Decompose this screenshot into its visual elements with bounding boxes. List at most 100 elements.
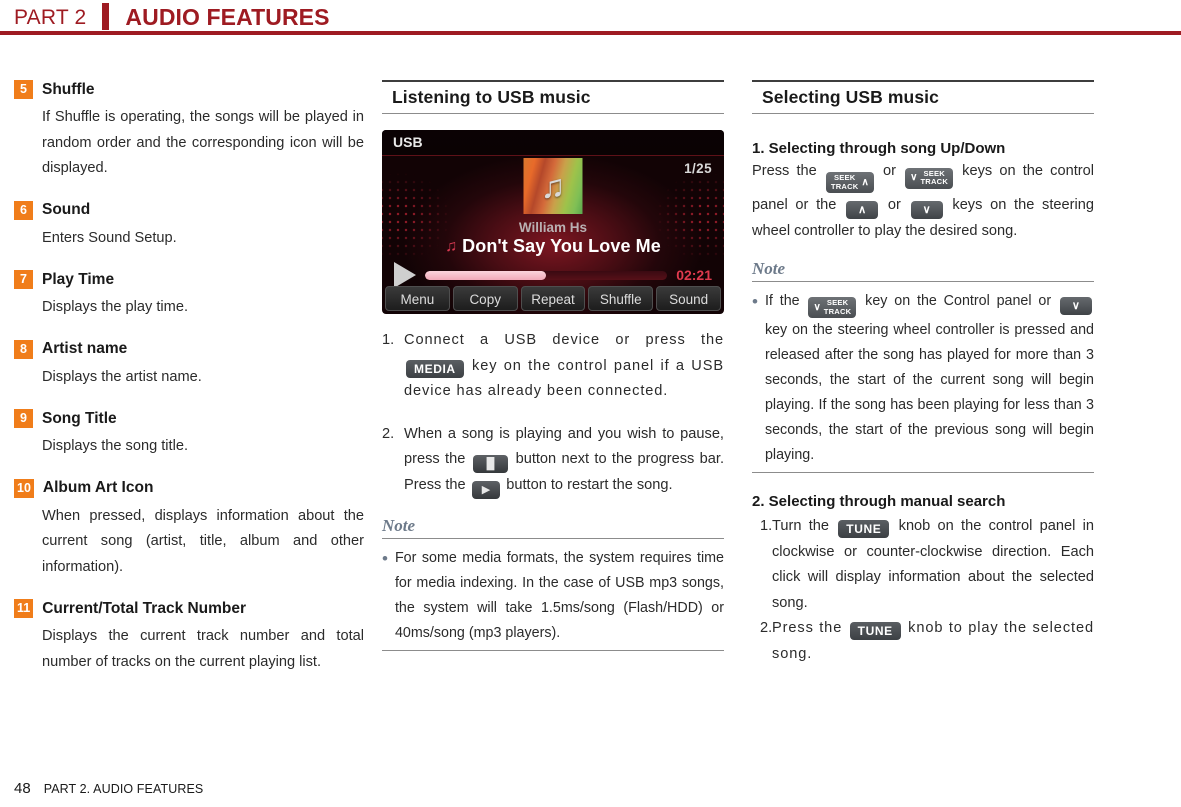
text-segment: key on the steering wheel controller is … — [764, 322, 1094, 463]
media-key-badge[interactable]: MEDIA — [406, 359, 464, 378]
step-turn-tune-knob: 1. Turn the TUNE knob on the control pan… — [752, 514, 1094, 616]
step-text-before: Connect a USB device or press the — [404, 332, 724, 348]
chevron-down-icon: ∨ — [813, 301, 821, 313]
chevron-up-icon: ∧ — [861, 176, 869, 188]
album-art-thumbnail[interactable]: ♫ — [523, 158, 583, 214]
tune-key-badge[interactable]: TUNE — [849, 622, 901, 640]
manual-search-steps: 1. Turn the TUNE knob on the control pan… — [752, 514, 1094, 667]
bullet-icon: • — [752, 291, 758, 311]
footer-page-number: 48 — [14, 780, 31, 797]
step-number: 1. — [382, 332, 395, 348]
note-media-indexing: Note • For some media formats, the syste… — [382, 516, 724, 651]
device-source-label: USB — [393, 134, 423, 150]
middle-column: Listening to USB music USB 1/25 ♫ Willia… — [382, 80, 724, 657]
item-number-badge: 11 — [14, 599, 34, 618]
note-title: Note — [382, 516, 416, 535]
feature-item-artist-name: 8 Artist name Displays the artist name. — [14, 339, 364, 391]
item-title: Current/Total Track Number — [42, 599, 247, 617]
device-button-repeat[interactable]: Repeat — [520, 286, 586, 311]
device-playback-row: 02:21 — [394, 262, 712, 288]
item-title: Shuffle — [42, 80, 95, 98]
device-button-menu[interactable]: Menu — [385, 286, 450, 311]
item-title: Sound — [42, 201, 91, 218]
item-description: Displays the current track number and to… — [42, 628, 364, 670]
note-end-divider — [752, 472, 1094, 473]
item-description: Displays the song title. — [42, 438, 189, 454]
subsection-heading-manual-search: 2. Selecting through manual search — [752, 493, 1006, 510]
item-title: Play Time — [42, 270, 115, 288]
feature-item-play-time: 7 Play Time Displays the play time. — [14, 270, 364, 321]
seek-track-up-key[interactable]: SEEK TRACK ∧ — [825, 172, 874, 193]
seek-track-down-key[interactable]: ∨ SEEK TRACK — [808, 297, 857, 318]
note-end-divider — [382, 650, 724, 651]
item-title: Song Title — [42, 409, 117, 427]
device-button-sound[interactable]: Sound — [656, 286, 721, 311]
listening-steps: 1. Connect a USB device or press the MED… — [382, 328, 724, 499]
section-heading-selecting: Selecting USB music — [752, 80, 1094, 114]
item-title: Album Art Icon — [42, 479, 154, 496]
step-pause-resume: 2. When a song is playing and you wish t… — [382, 422, 724, 499]
section-heading-listening: Listening to USB music — [382, 80, 724, 114]
steering-down-key[interactable]: ∨ — [1059, 296, 1092, 315]
seek-track-down-key[interactable]: ∨ SEEK TRACK — [905, 167, 954, 189]
item-description: Enters Sound Setup. — [42, 229, 177, 246]
device-button-shuffle[interactable]: Shuffle — [588, 286, 654, 311]
right-column: Selecting USB music 1. Selecting through… — [752, 80, 1094, 675]
item-number-badge: 7 — [14, 270, 33, 289]
subsection-heading-up-down: 1. Selecting through song Up/Down — [752, 140, 1006, 157]
device-button-copy[interactable]: Copy — [452, 286, 518, 311]
step-text: When a song is playing and you wish to p… — [404, 422, 724, 499]
step-number: 1. — [760, 518, 773, 534]
item-number-badge: 5 — [14, 80, 33, 99]
item-number-badge: 6 — [14, 200, 33, 220]
feature-item-track-number: 11 Current/Total Track Number Displays t… — [14, 599, 364, 675]
seek-line2: TRACK — [830, 181, 859, 191]
step-press-tune-knob: 2. Press the TUNE knob to play the selec… — [752, 616, 1094, 667]
device-song-title: Don't Say You Love Me — [462, 236, 661, 256]
page-header: PART 2 AUDIO FEATURES — [0, 0, 1181, 36]
part-label: PART 2 — [14, 6, 87, 29]
item-number-badge: 9 — [14, 409, 33, 428]
step-text: Press the TUNE knob to play the selected… — [772, 616, 1094, 667]
page-title: AUDIO FEATURES — [125, 4, 330, 30]
note-bullet-item: • If the ∨ SEEK TRACK key on the Control p… — [752, 289, 1094, 469]
device-button-row: Menu Copy Repeat Shuffle Sound — [385, 286, 721, 311]
note-title: Note — [752, 258, 786, 278]
pause-icon[interactable]: ▐▌ — [472, 455, 509, 473]
steering-up-key[interactable]: ∧ — [846, 201, 879, 219]
seek-line2: TRACK — [823, 306, 852, 316]
item-description: Displays the play time. — [42, 299, 188, 315]
page-footer: 48 PART 2. AUDIO FEATURES — [14, 780, 203, 797]
feature-item-album-art-icon: 10 Album Art Icon When pressed, displays… — [14, 478, 364, 581]
item-title: Artist name — [42, 340, 128, 357]
note-seek-track-behavior: Note • If the ∨ SEEK TRACK key on the Cont… — [752, 258, 1094, 473]
steering-down-key[interactable]: ∨ — [910, 201, 943, 219]
text-segment: If the — [764, 292, 800, 309]
progress-bar[interactable] — [425, 270, 668, 280]
item-description: When pressed, displays information about… — [42, 507, 364, 575]
step-number: 2. — [382, 425, 395, 442]
usb-player-screenshot: USB 1/25 ♫ William Hs ♫ Don't Say You Lo… — [382, 130, 724, 314]
music-note-icon: ♫ — [540, 167, 566, 205]
manual-page: PART 2 AUDIO FEATURES 5 Shuffle If Shuff… — [0, 0, 1181, 807]
note-bullet-item: • For some media formats, the system req… — [382, 546, 724, 646]
play-icon[interactable] — [394, 262, 416, 288]
step-text-before: Turn the — [772, 518, 830, 534]
item-number-badge: 10 — [14, 478, 34, 498]
device-top-bar — [382, 130, 724, 156]
feature-item-song-title: 9 Song Title Displays the song title. — [14, 409, 364, 460]
item-number-badge: 8 — [14, 339, 33, 359]
device-elapsed-time: 02:21 — [676, 267, 712, 283]
step-text: Connect a USB device or press the MEDIA … — [404, 328, 724, 405]
device-track-counter: 1/25 — [684, 161, 712, 176]
device-song-row: ♫ Don't Say You Love Me — [382, 236, 724, 257]
tune-key-badge[interactable]: TUNE — [838, 520, 890, 538]
text-segment: or — [887, 197, 901, 213]
seek-line2: TRACK — [920, 177, 949, 186]
feature-item-sound: 6 Sound Enters Sound Setup. — [14, 200, 364, 252]
text-segment: Press the — [752, 163, 817, 179]
feature-item-shuffle: 5 Shuffle If Shuffle is operating, the s… — [14, 80, 364, 182]
chevron-down-icon: ∨ — [910, 172, 918, 183]
play-icon[interactable]: ▶ — [471, 481, 501, 499]
item-description: If Shuffle is operating, the songs will … — [42, 109, 364, 176]
